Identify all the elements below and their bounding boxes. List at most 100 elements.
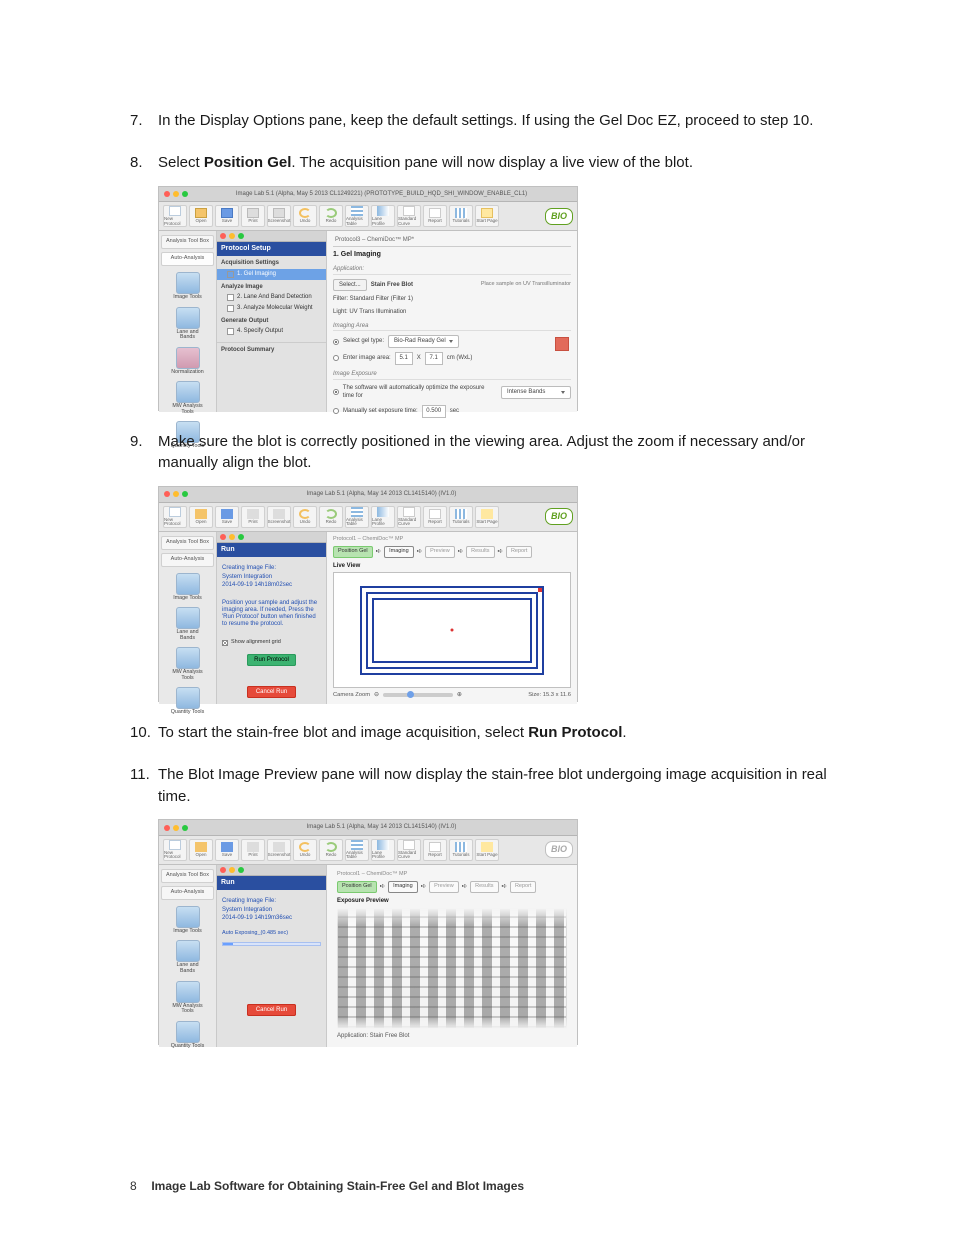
step-mw[interactable]: 3. Analyze Molecular Weight [217,303,326,314]
close-icon[interactable] [220,534,226,540]
screenshot-button[interactable]: Screenshot [267,506,291,528]
mw-analysis-button[interactable]: MW Analysis Tools [171,381,205,415]
results-button[interactable]: Results [466,546,494,558]
save-button[interactable]: Save [215,839,239,861]
auto-analysis-button[interactable]: Auto-Analysis [161,252,214,266]
auto-analysis-button[interactable]: Auto-Analysis [161,886,214,900]
lane-profile-button[interactable]: Lane Profile [371,506,395,528]
report-button[interactable]: Report [423,506,447,528]
step-lane-band[interactable]: 2. Lane And Band Detection [217,292,326,303]
lane-bands-button[interactable]: Lane and Bands [171,307,205,341]
report-button[interactable]: Report [423,839,447,861]
zoom-icon[interactable] [238,233,244,239]
undo-button[interactable]: Undo [293,205,317,227]
report-button[interactable]: Report [506,546,533,558]
print-button[interactable]: Print [241,839,265,861]
standard-curve-button[interactable]: Standard Curve [397,839,421,861]
step-output[interactable]: 4. Specify Output [217,326,326,337]
cancel-run-button[interactable]: Cancel Run [247,1004,296,1016]
tutorials-button[interactable]: Tutorials [449,839,473,861]
redo-button[interactable]: Redo [319,506,343,528]
exposure-mode-select[interactable]: Intense Bands [501,386,571,399]
minimize-icon[interactable] [229,233,235,239]
analysis-table-button[interactable]: Analysis Table [345,205,369,227]
preview-button[interactable]: Preview [429,881,459,893]
report-button[interactable]: Report [423,205,447,227]
summary-section[interactable]: Protocol Summary [217,342,326,356]
start-page-button[interactable]: Start Page [475,839,499,861]
minimize-icon[interactable] [229,534,235,540]
position-gel-button[interactable]: Position Gel [333,546,373,558]
radio-enter-area[interactable] [333,355,339,361]
slider-thumb-icon[interactable] [407,691,414,698]
run-protocol-button[interactable]: Run Protocol [247,654,296,666]
lane-profile-button[interactable]: Lane Profile [371,839,395,861]
open-button[interactable]: Open [189,839,213,861]
print-button[interactable]: Print [241,205,265,227]
auto-analysis-button[interactable]: Auto-Analysis [161,553,214,567]
live-view-canvas[interactable] [333,572,571,688]
height-input[interactable]: 7.1 [425,352,443,365]
zoom-out-icon[interactable]: ⊖ [374,691,379,699]
redo-button[interactable]: Redo [319,205,343,227]
step-gel-imaging[interactable]: 1. Gel Imaging [217,269,326,280]
print-button[interactable]: Print [241,506,265,528]
open-button[interactable]: Open [189,205,213,227]
zoom-icon[interactable] [238,534,244,540]
minimize-icon[interactable] [229,867,235,873]
new-protocol-button[interactable]: New Protocol [163,839,187,861]
standard-curve-button[interactable]: Standard Curve [397,205,421,227]
close-icon[interactable] [220,867,226,873]
tutorials-button[interactable]: Tutorials [449,205,473,227]
zoom-icon[interactable] [238,867,244,873]
start-page-button[interactable]: Start Page [475,205,499,227]
imaging-button[interactable]: Imaging [384,546,414,558]
minimize-icon[interactable] [173,191,179,197]
close-icon[interactable] [220,233,226,239]
minimize-icon[interactable] [173,825,179,831]
screenshot-button[interactable]: Screenshot [267,839,291,861]
image-tools-button[interactable]: Image Tools [171,272,205,301]
preview-button[interactable]: Preview [425,546,455,558]
radio-auto-exposure[interactable] [333,389,339,395]
normalization-button[interactable]: Normalization [171,347,205,376]
close-icon[interactable] [164,825,170,831]
zoom-icon[interactable] [182,191,188,197]
exposure-time-input[interactable]: 0.500 [422,405,446,418]
start-page-button[interactable]: Start Page [475,506,499,528]
width-input[interactable]: 5.1 [395,352,413,365]
screenshot-button[interactable]: Screenshot [267,205,291,227]
crop-handle-icon[interactable] [538,588,542,592]
analysis-table-button[interactable]: Analysis Table [345,506,369,528]
imaging-button[interactable]: Imaging [388,881,418,893]
report-button[interactable]: Report [510,881,537,893]
zoom-slider[interactable] [383,693,453,697]
quantity-tools-button[interactable]: Quantity Tools [171,1021,205,1050]
image-tools-button[interactable]: Image Tools [171,906,205,935]
save-button[interactable]: Save [215,205,239,227]
gel-type-select[interactable]: Bio-Rad Ready Gel [388,335,459,348]
undo-button[interactable]: Undo [293,839,317,861]
analysis-table-button[interactable]: Analysis Table [345,839,369,861]
image-tools-button[interactable]: Image Tools [171,573,205,602]
close-icon[interactable] [164,191,170,197]
blot-crop-frame[interactable] [360,586,544,675]
zoom-icon[interactable] [182,491,188,497]
new-protocol-button[interactable]: New Protocol [163,506,187,528]
select-application-button[interactable]: Select... [333,279,367,292]
radio-select-gel[interactable] [333,339,339,345]
radio-manual-exposure[interactable] [333,408,339,414]
show-grid-checkbox[interactable] [222,640,228,646]
results-button[interactable]: Results [470,881,498,893]
close-icon[interactable] [164,491,170,497]
mw-analysis-button[interactable]: MW Analysis Tools [171,981,205,1015]
save-button[interactable]: Save [215,506,239,528]
lane-bands-button[interactable]: Lane and Bands [171,940,205,974]
standard-curve-button[interactable]: Standard Curve [397,506,421,528]
zoom-in-icon[interactable]: ⊕ [457,691,462,699]
lane-profile-button[interactable]: Lane Profile [371,205,395,227]
new-protocol-button[interactable]: New Protocol [163,205,187,227]
mw-analysis-button[interactable]: MW Analysis Tools [171,647,205,681]
zoom-icon[interactable] [182,825,188,831]
minimize-icon[interactable] [173,491,179,497]
